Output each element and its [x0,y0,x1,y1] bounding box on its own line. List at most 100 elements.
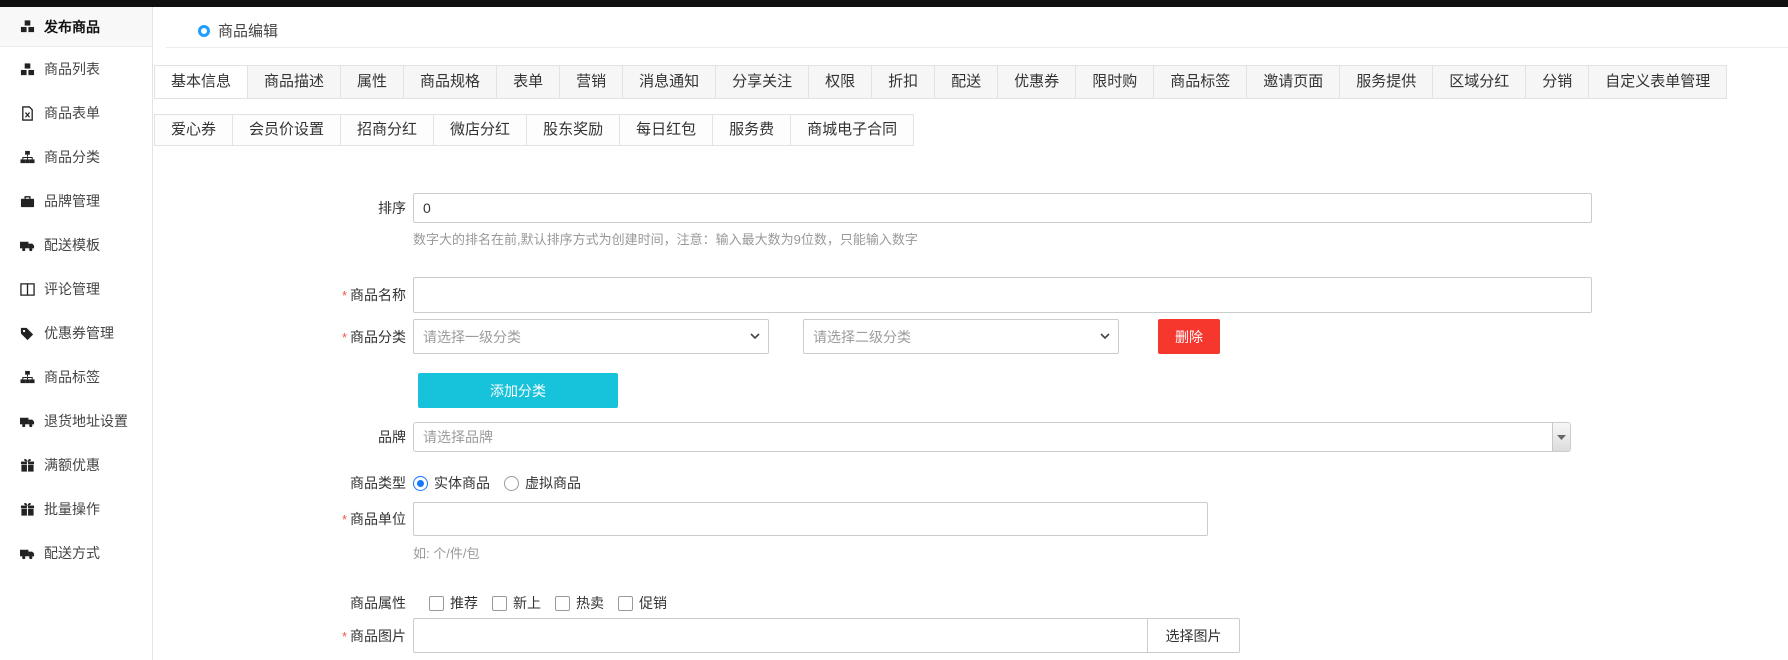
gift-icon [19,501,35,517]
checkbox-new[interactable] [492,596,507,611]
sidebar-item-label: 商品分类 [44,147,100,167]
radio-physical-product[interactable] [413,476,428,491]
tab-basic-info[interactable]: 基本信息 [155,66,248,98]
sidebar-item-label: 批量操作 [44,499,100,519]
brand-select-wrap: 请选择品牌 [413,422,1571,452]
sort-label: 排序 [154,198,406,218]
sort-input[interactable] [413,193,1592,223]
tab-invite-page[interactable]: 邀请页面 [1247,66,1340,98]
radio-virtual-product[interactable] [504,476,519,491]
sidebar-item-label: 商品列表 [44,59,100,79]
product-attrs-row: 商品属性 推荐 新上 热卖 促销 [154,593,681,613]
required-asterisk: * [342,512,347,527]
select-image-button[interactable]: 选择图片 [1148,618,1240,653]
tab-marketing[interactable]: 营销 [560,66,623,98]
product-unit-row: *商品单位 [154,502,1208,536]
required-asterisk: * [342,330,347,345]
header-divider [166,47,1788,48]
tab-description[interactable]: 商品描述 [248,66,341,98]
tab-form[interactable]: 表单 [497,66,560,98]
product-image-label: *商品图片 [154,626,406,646]
category-level1-wrap: 请选择一级分类 [413,319,769,354]
sidebar-item-brand-management[interactable]: 品牌管理 [0,179,152,223]
sidebar-item-product-category[interactable]: 商品分类 [0,135,152,179]
sidebar-item-label: 品牌管理 [44,191,100,211]
add-category-button[interactable]: 添加分类 [418,373,618,408]
checkbox-label: 推荐 [450,593,478,613]
tab-attributes[interactable]: 属性 [341,66,404,98]
tab-shareholder-reward[interactable]: 股东奖励 [527,115,620,145]
tab-mall-e-contract[interactable]: 商城电子合同 [791,115,913,145]
product-name-input[interactable] [413,277,1592,313]
sidebar-item-full-discount[interactable]: 满额优惠 [0,443,152,487]
tab-distribution[interactable]: 分销 [1526,66,1589,98]
radio-label: 实体商品 [434,473,490,493]
tab-flash-sale[interactable]: 限时购 [1076,66,1154,98]
sort-help-text: 数字大的排名在前,默认排序方式为创建时间，注意：输入最大数为9位数，只能输入数字 [413,229,918,248]
sidebar-item-product-tags[interactable]: 商品标签 [0,355,152,399]
tab-investment-dividend[interactable]: 招商分红 [341,115,434,145]
sidebar-item-product-form[interactable]: 商品表单 [0,91,152,135]
page-title: 商品编辑 [218,20,278,41]
product-category-row: *商品分类 请选择一级分类 请选择二级分类 删除 [154,319,1220,354]
tab-service-provide[interactable]: 服务提供 [1340,66,1433,98]
tab-service-fee[interactable]: 服务费 [713,115,791,145]
sidebar-item-label: 配送模板 [44,235,100,255]
tab-coupon[interactable]: 优惠券 [998,66,1076,98]
required-asterisk: * [342,288,347,303]
product-name-label: *商品名称 [154,285,406,305]
tab-microshop-dividend[interactable]: 微店分红 [434,115,527,145]
product-unit-input[interactable] [413,502,1208,536]
sidebar-item-product-list[interactable]: 商品列表 [0,47,152,91]
delete-category-button[interactable]: 删除 [1158,319,1220,354]
sidebar-item-delivery-method[interactable]: 配送方式 [0,531,152,575]
sidebar-item-label: 商品标签 [44,367,100,387]
sidebar-item-label: 发布商品 [44,17,100,37]
sidebar: 发布商品 商品列表 商品表单 商品分类 品牌管理 配送模板 评论管理 优惠券管理… [0,7,153,660]
checkbox-hot[interactable] [555,596,570,611]
cubes-icon [19,61,35,77]
product-category-label: *商品分类 [154,327,406,347]
sidebar-item-return-address[interactable]: 退货地址设置 [0,399,152,443]
tab-permissions[interactable]: 权限 [809,66,872,98]
briefcase-icon [19,193,35,209]
cubes-icon [19,19,35,35]
secondary-tab-bar: 爱心券 会员价设置 招商分红 微店分红 股东奖励 每日红包 服务费 商城电子合同 [154,114,914,146]
tab-delivery[interactable]: 配送 [935,66,998,98]
tab-custom-form-management[interactable]: 自定义表单管理 [1589,66,1726,98]
tab-daily-redpacket[interactable]: 每日红包 [620,115,713,145]
gift-icon [19,457,35,473]
sidebar-item-label: 退货地址设置 [44,411,128,431]
sidebar-item-label: 评论管理 [44,279,100,299]
category-level1-select[interactable]: 请选择一级分类 [413,319,769,354]
sidebar-item-label: 配送方式 [44,543,100,563]
sidebar-item-coupon-management[interactable]: 优惠券管理 [0,311,152,355]
sidebar-item-publish-product[interactable]: 发布商品 [0,7,152,47]
file-form-icon [19,105,35,121]
brand-select[interactable]: 请选择品牌 [413,422,1571,452]
sidebar-item-delivery-template[interactable]: 配送模板 [0,223,152,267]
tab-share-follow[interactable]: 分享关注 [716,66,809,98]
product-attrs-label: 商品属性 [154,593,406,613]
primary-tab-bar: 基本信息 商品描述 属性 商品规格 表单 营销 消息通知 分享关注 权限 折扣 … [154,65,1727,99]
checkbox-promo[interactable] [618,596,633,611]
unit-help-text: 如: 个/件/包 [413,543,479,562]
truck-icon [19,413,35,429]
tab-discount[interactable]: 折扣 [872,66,935,98]
product-type-label: 商品类型 [154,473,406,493]
category-level2-select[interactable]: 请选择二级分类 [803,319,1119,354]
checkbox-recommend[interactable] [429,596,444,611]
tab-love-coupon[interactable]: 爱心券 [155,115,233,145]
tab-notifications[interactable]: 消息通知 [623,66,716,98]
checkbox-label: 促销 [639,593,667,613]
top-black-bar [0,0,1788,7]
tab-region-dividend[interactable]: 区域分红 [1433,66,1526,98]
truck-icon [19,545,35,561]
sidebar-item-comment-management[interactable]: 评论管理 [0,267,152,311]
product-image-input[interactable] [413,618,1148,653]
tab-specs[interactable]: 商品规格 [404,66,497,98]
sidebar-item-batch-operation[interactable]: 批量操作 [0,487,152,531]
tab-member-price[interactable]: 会员价设置 [233,115,341,145]
sidebar-item-label: 优惠券管理 [44,323,114,343]
tab-product-tags[interactable]: 商品标签 [1154,66,1247,98]
